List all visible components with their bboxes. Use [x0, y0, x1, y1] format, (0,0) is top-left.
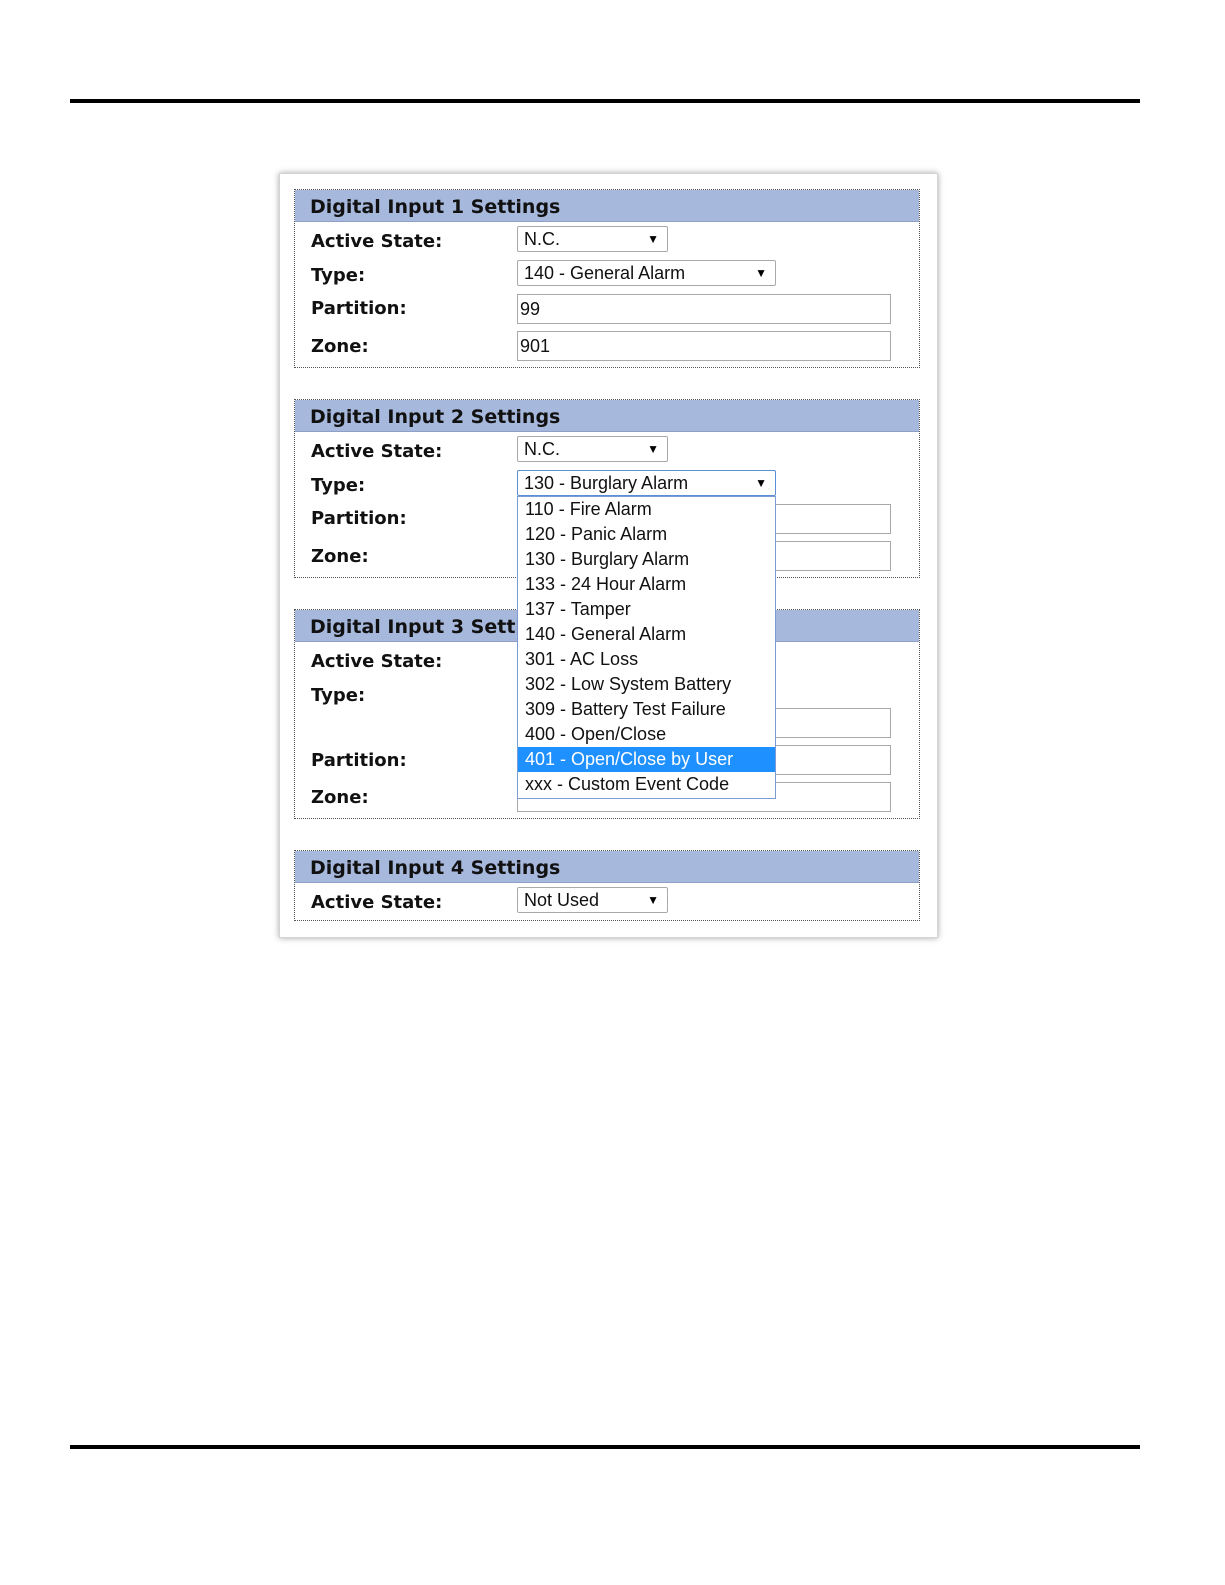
dropdown-option[interactable]: 133 - 24 Hour Alarm	[518, 572, 775, 597]
section-header: Digital Input 2 Settings	[295, 400, 919, 432]
zone-label: Zone:	[311, 546, 369, 567]
dropdown-option[interactable]: xxx - Custom Event Code	[518, 772, 775, 797]
dropdown-option[interactable]: 110 - Fire Alarm	[518, 497, 775, 522]
dropdown-arrow-icon: ▼	[647, 893, 659, 907]
selected-value: N.C.	[524, 439, 560, 459]
active-state-label: Active State:	[311, 231, 443, 252]
active-state-label: Active State:	[311, 441, 443, 462]
type-label: Type:	[311, 475, 366, 496]
zone-input[interactable]: 901	[517, 331, 891, 361]
active-state-select[interactable]: Not Used ▼	[517, 887, 668, 913]
selected-value: Not Used	[524, 890, 600, 910]
partition-label: Partition:	[311, 750, 407, 771]
selected-value: N.C.	[524, 229, 560, 249]
selected-value: 140 - General Alarm	[524, 263, 686, 283]
type-select[interactable]: 140 - General Alarm ▼	[517, 260, 776, 286]
dropdown-option[interactable]: 302 - Low System Battery	[518, 672, 775, 697]
type-dropdown-list[interactable]: 110 - Fire Alarm 120 - Panic Alarm 130 -…	[517, 496, 776, 799]
type-label: Type:	[311, 685, 366, 706]
active-state-select[interactable]: N.C. ▼	[517, 436, 668, 462]
dropdown-option[interactable]: 130 - Burglary Alarm	[518, 547, 775, 572]
dropdown-arrow-icon: ▼	[755, 266, 767, 280]
dropdown-option[interactable]: 120 - Panic Alarm	[518, 522, 775, 547]
zone-label: Zone:	[311, 787, 369, 808]
dropdown-arrow-icon: ▼	[647, 232, 659, 246]
partition-label: Partition:	[311, 298, 407, 319]
zone-label: Zone:	[311, 336, 369, 357]
dropdown-option[interactable]: 301 - AC Loss	[518, 647, 775, 672]
section-header: Digital Input 1 Settings	[295, 190, 919, 222]
settings-panel: Digital Input 1 Settings Active State: N…	[279, 173, 938, 938]
digital-input-4-section: Digital Input 4 Settings Active State: N…	[294, 850, 920, 921]
dropdown-arrow-icon: ▼	[755, 476, 767, 490]
dropdown-option[interactable]: 140 - General Alarm	[518, 622, 775, 647]
dropdown-option-highlighted[interactable]: 401 - Open/Close by User	[518, 747, 775, 772]
section-header: Digital Input 4 Settings	[295, 851, 919, 883]
partition-label: Partition:	[311, 508, 407, 529]
page-bottom-rule	[70, 1445, 1140, 1449]
active-state-select[interactable]: N.C. ▼	[517, 226, 668, 252]
type-select[interactable]: 130 - Burglary Alarm ▼	[517, 470, 776, 496]
dropdown-arrow-icon: ▼	[647, 442, 659, 456]
page-top-rule	[70, 99, 1140, 103]
dropdown-option[interactable]: 309 - Battery Test Failure	[518, 697, 775, 722]
partition-input[interactable]: 99	[517, 294, 891, 324]
selected-value: 130 - Burglary Alarm	[524, 473, 689, 493]
dropdown-option[interactable]: 137 - Tamper	[518, 597, 775, 622]
active-state-label: Active State:	[311, 892, 443, 913]
type-label: Type:	[311, 265, 366, 286]
digital-input-1-section: Digital Input 1 Settings Active State: N…	[294, 189, 920, 368]
active-state-label: Active State:	[311, 651, 443, 672]
dropdown-option[interactable]: 400 - Open/Close	[518, 722, 775, 747]
